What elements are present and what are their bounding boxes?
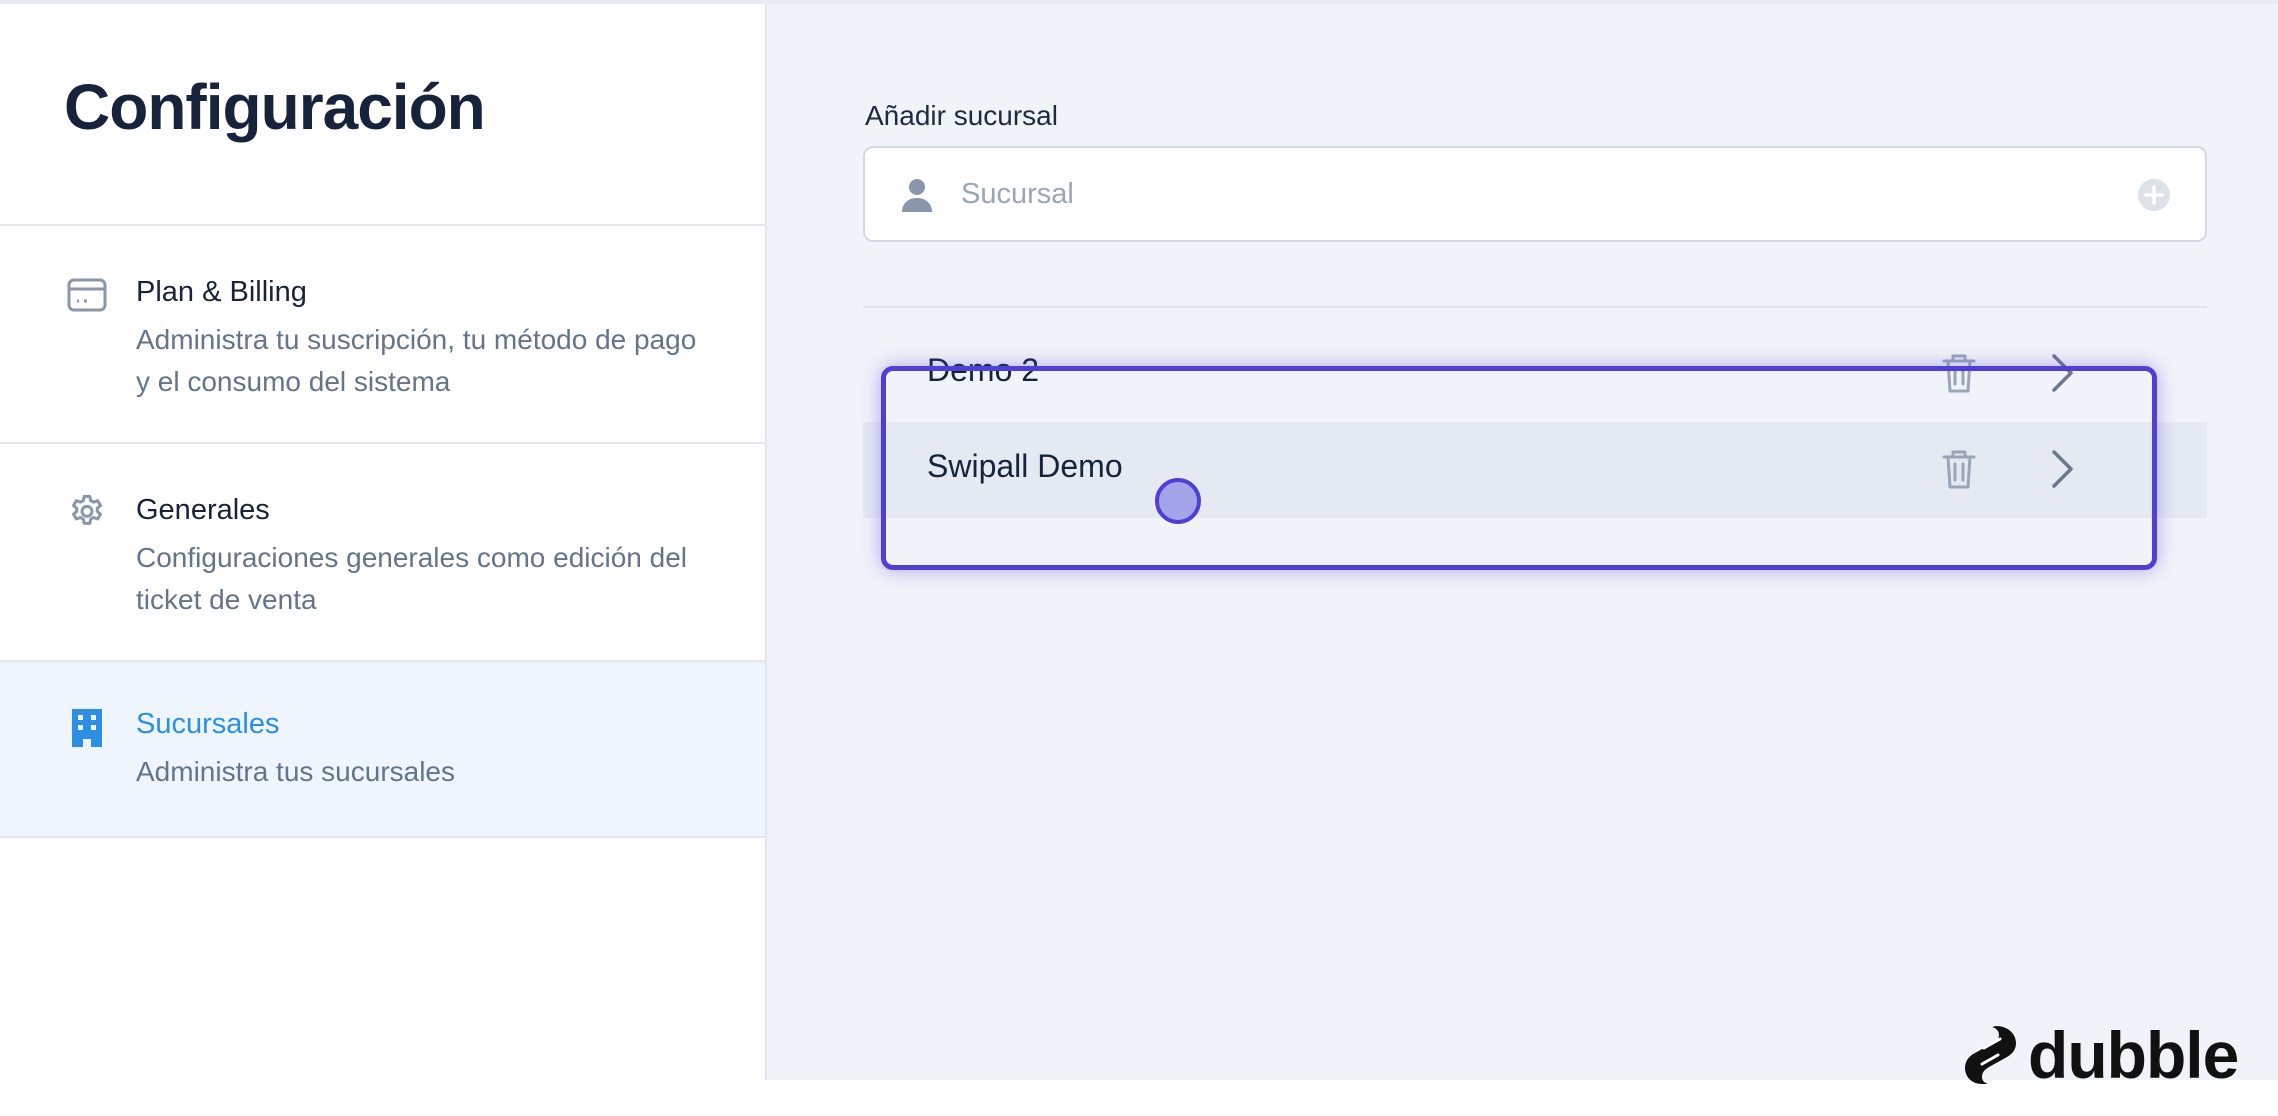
sidebar-item-plan-billing[interactable]: Plan & Billing Administra tu suscripción… <box>0 226 765 444</box>
credit-card-icon <box>66 274 108 316</box>
branch-name: Swipall Demo <box>927 448 1123 484</box>
person-icon <box>901 178 933 212</box>
section-divider <box>863 306 2207 308</box>
branches-panel: Añadir sucursal Demo 2 <box>767 4 2278 1080</box>
sidebar-item-description: Administra tus sucursales <box>136 756 456 787</box>
sidebar-header: Configuración <box>0 4 765 226</box>
list-item[interactable]: Swipall Demo <box>863 422 2207 518</box>
page-title: Configuración <box>64 71 486 143</box>
sidebar-item-title: Generales <box>136 494 270 526</box>
gear-icon <box>66 492 108 534</box>
branch-name: Demo 2 <box>927 352 1040 388</box>
sidebar-item-description: Administra tu suscripción, tu método de … <box>136 324 697 397</box>
settings-sidebar: Configuración Plan & Billing Administra … <box>0 4 767 1080</box>
sidebar-item-generales[interactable]: Generales Configuraciones generales como… <box>0 444 765 662</box>
brand-logo-icon <box>1962 1024 2020 1086</box>
trash-icon[interactable] <box>1941 352 1977 394</box>
chevron-right-icon[interactable] <box>2049 448 2075 490</box>
sidebar-item-sucursales[interactable]: Sucursales Administra tus sucursales <box>0 662 765 838</box>
add-branch-label: Añadir sucursal <box>865 100 1058 131</box>
app-window: Configuración Plan & Billing Administra … <box>0 0 2278 1080</box>
add-branch-field <box>863 146 2207 242</box>
brand-name: dubble <box>2028 1018 2239 1092</box>
chevron-right-icon[interactable] <box>2049 352 2075 394</box>
sidebar-item-title: Sucursales <box>136 708 280 740</box>
sidebar-item-description: Configuraciones generales como edición d… <box>136 542 688 615</box>
building-icon <box>66 706 108 748</box>
brand-watermark: dubble <box>1962 1018 2239 1092</box>
sidebar-item-title: Plan & Billing <box>136 276 307 308</box>
list-item[interactable]: Demo 2 <box>863 326 2207 422</box>
trash-icon[interactable] <box>1941 448 1977 490</box>
add-circle-icon[interactable] <box>2137 178 2171 212</box>
branch-name-input[interactable] <box>961 148 2121 240</box>
